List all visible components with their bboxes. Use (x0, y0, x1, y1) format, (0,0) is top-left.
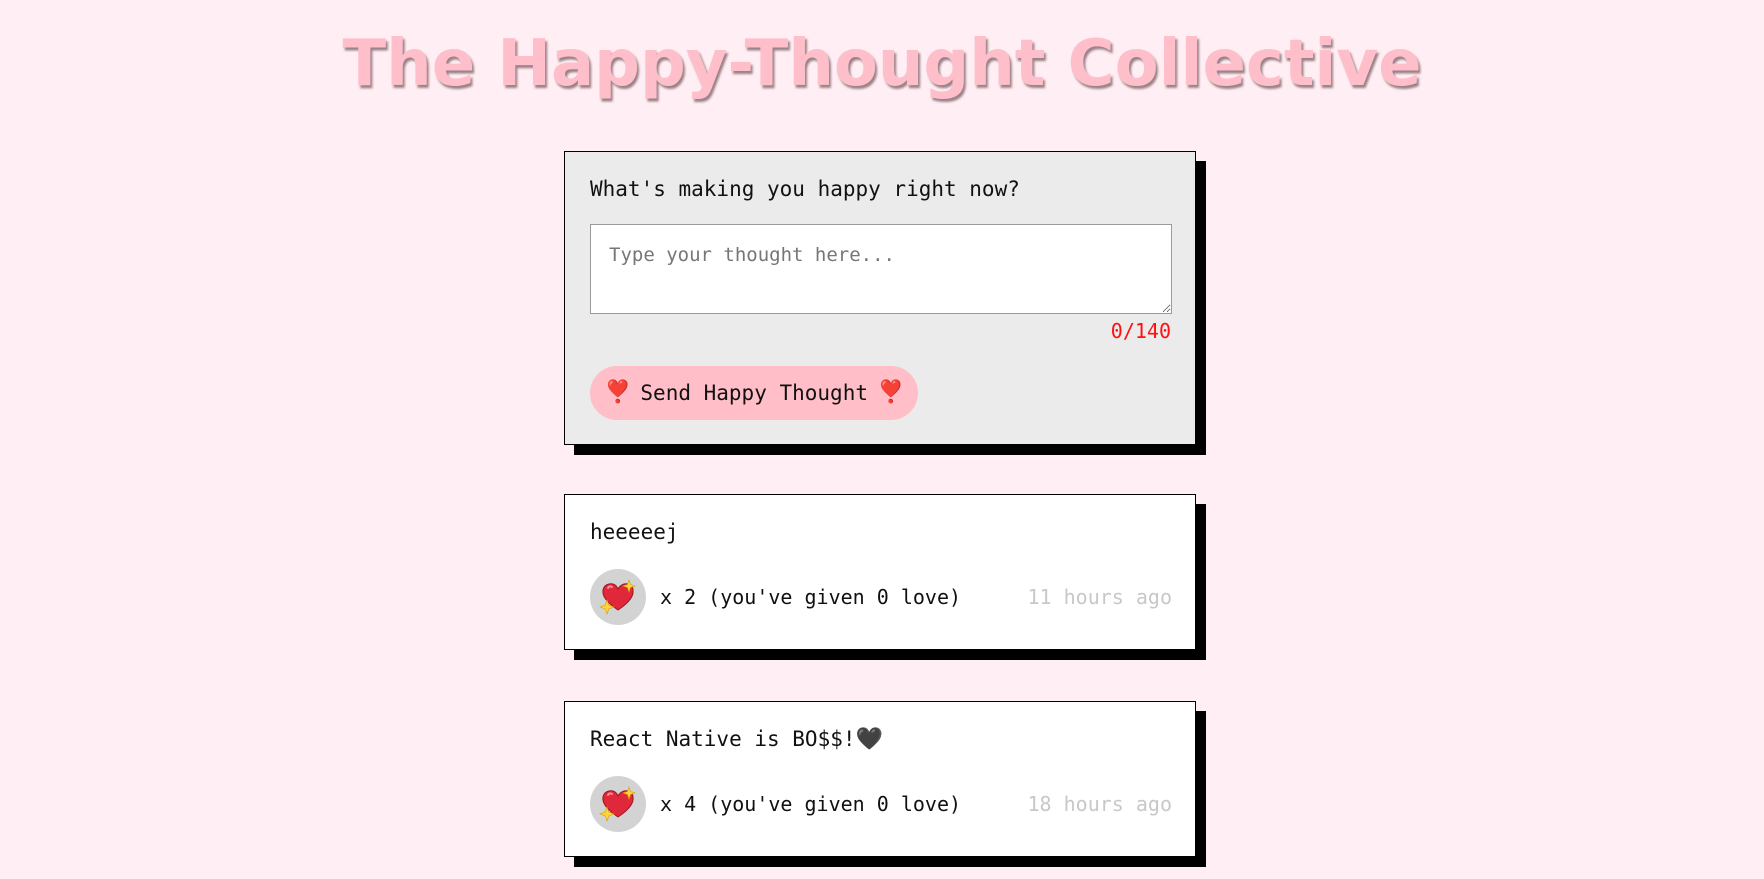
thought-message-text: React Native is BO$$! (590, 727, 856, 751)
thought-footer: x 2 (you've given 0 love) 11 hours ago (590, 569, 1172, 625)
black-heart-icon: 🖤 (855, 727, 883, 752)
thought-message: React Native is BO$$!🖤 (590, 724, 883, 755)
page-title: The Happy-Thought Collective (342, 27, 1422, 101)
character-counter: 0/140 (1110, 319, 1171, 343)
thought-message: heeeeej (590, 517, 679, 548)
like-button[interactable] (590, 569, 646, 625)
thought-footer: x 4 (you've given 0 love) 18 hours ago (590, 776, 1172, 832)
like-count: x 2 (you've given 0 love) (660, 585, 962, 609)
thought-prompt-label: What's making you happy right now? (590, 177, 1020, 201)
like-count: x 4 (you've given 0 love) (660, 792, 962, 816)
sparkling-heart-icon (599, 579, 636, 615)
page: The Happy-Thought Collective What's maki… (0, 0, 1764, 879)
sparkling-heart-icon (599, 786, 636, 822)
heart-exclamation-icon: ❣️ (876, 380, 905, 405)
send-thought-button[interactable]: ❣️ Send Happy Thought ❣️ (590, 366, 919, 420)
thought-message-text: heeeeej (590, 520, 679, 544)
thought-card: React Native is BO$$!🖤 x 4 (you've given… (564, 701, 1196, 857)
thought-timestamp: 11 hours ago (1027, 585, 1173, 609)
thought-form: What's making you happy right now? 0/140… (564, 151, 1196, 445)
thought-timestamp: 18 hours ago (1027, 792, 1173, 816)
send-thought-label: Send Happy Thought (640, 381, 868, 405)
like-button[interactable] (590, 776, 646, 832)
thought-card: heeeeej x 2 (you've given 0 love) 11 hou… (564, 494, 1196, 650)
thought-input[interactable] (590, 224, 1172, 314)
heart-exclamation-icon: ❣️ (604, 380, 632, 405)
